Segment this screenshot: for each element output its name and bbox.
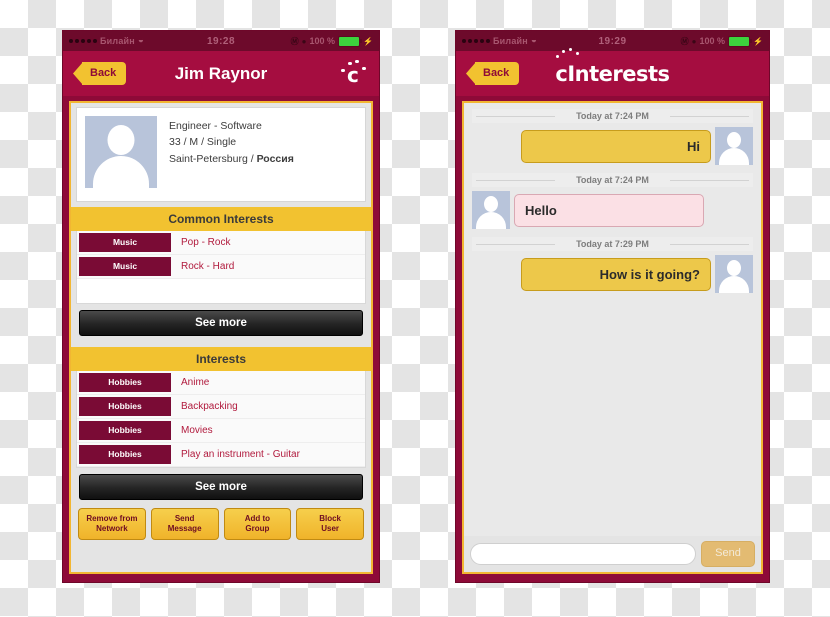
add-to-group-button[interactable]: Add to Group xyxy=(223,508,292,540)
interests-header: Interests xyxy=(71,347,371,371)
button-label-line2: Network xyxy=(96,524,128,533)
chat-message-list[interactable]: Today at 7:24 PM Hi Today at 7:24 PM Hel… xyxy=(464,103,761,536)
button-label-line1: Remove from xyxy=(86,514,138,523)
see-more-interests-button[interactable]: See more xyxy=(79,474,363,500)
charging-bolt-icon: ⚡ xyxy=(753,36,763,46)
profile-country: Россия xyxy=(256,152,294,165)
brand-wordmark-label: cInterests xyxy=(555,61,670,86)
interests-list: Hobbies Anime Hobbies Backpacking Hobbie… xyxy=(76,371,366,468)
send-message-button[interactable]: Send Message xyxy=(150,508,219,540)
profile-screen: Engineer - Software 33 / M / Single Sain… xyxy=(69,101,373,574)
avatar-placeholder-icon xyxy=(85,116,157,188)
interest-tag: Music xyxy=(79,233,171,252)
profile-demographics: 33 / M / Single xyxy=(169,136,237,149)
common-interests-list: Music Pop - Rock Music Rock - Hard xyxy=(76,231,366,304)
profile-details: Engineer - Software 33 / M / Single Sain… xyxy=(157,116,294,193)
phone-right-chat: Билайн ◒ 19:29 Ⓜ ● 100 % ⚡ Back cInteres… xyxy=(455,30,770,583)
interest-tag: Hobbies xyxy=(79,421,171,440)
button-label-line2: Group xyxy=(245,524,270,533)
list-item[interactable]: Music Rock - Hard xyxy=(77,255,365,279)
charging-bolt-icon: ⚡ xyxy=(363,36,373,46)
interest-tag: Music xyxy=(79,257,171,276)
interest-tag: Hobbies xyxy=(79,397,171,416)
rotation-lock-icon: Ⓜ xyxy=(680,36,689,46)
button-label-line2: Message xyxy=(167,524,202,533)
block-user-button[interactable]: Block User xyxy=(296,508,364,540)
status-bar-right-group: Ⓜ ● 100 % ⚡ xyxy=(680,35,763,47)
interest-value: Pop - Rock xyxy=(181,237,231,248)
list-item[interactable]: Hobbies Anime xyxy=(77,371,365,395)
chat-message-row: Hi xyxy=(464,127,761,169)
status-bar-right: Билайн ◒ 19:29 Ⓜ ● 100 % ⚡ xyxy=(456,31,769,51)
battery-percent-label: 100 % xyxy=(309,36,336,46)
profile-card: Engineer - Software 33 / M / Single Sain… xyxy=(76,107,366,202)
profile-occupation: Engineer - Software xyxy=(169,120,262,132)
interest-value: Anime xyxy=(181,377,210,388)
battery-icon xyxy=(338,35,363,47)
chat-bubble-incoming[interactable]: Hello xyxy=(514,193,704,227)
profile-location: Saint-Petersburg / Россия xyxy=(169,151,294,167)
navbar-left: Back Jim Raynor c xyxy=(63,51,379,96)
avatar-placeholder-icon xyxy=(715,255,753,293)
avatar-placeholder-icon xyxy=(472,191,510,229)
back-button[interactable]: Back xyxy=(475,62,520,85)
cinterests-c-logo-icon[interactable]: c xyxy=(339,59,369,89)
chat-timestamp-separator: Today at 7:29 PM xyxy=(472,237,753,251)
profile-action-bar: Remove from Network Send Message Add to … xyxy=(71,506,371,540)
profile-city: Saint-Petersburg / xyxy=(169,152,254,165)
list-item[interactable]: Hobbies Backpacking xyxy=(77,395,365,419)
common-interests-header: Common Interests xyxy=(71,207,371,231)
list-item[interactable]: Hobbies Play an instrument - Guitar xyxy=(77,443,365,467)
interest-tag: Hobbies xyxy=(79,373,171,392)
list-item[interactable]: Hobbies Movies xyxy=(77,419,365,443)
alarm-icon: ● xyxy=(691,36,697,46)
chat-timestamp-separator: Today at 7:24 PM xyxy=(472,109,753,123)
button-label-line1: Add to xyxy=(244,514,271,523)
alarm-icon: ● xyxy=(301,36,307,46)
interest-tag: Hobbies xyxy=(79,445,171,464)
chat-composer: Send xyxy=(464,536,761,572)
rotation-lock-icon: Ⓜ xyxy=(290,36,299,46)
chat-bubble-outgoing[interactable]: How is it going? xyxy=(521,257,711,291)
list-item[interactable]: Music Pop - Rock xyxy=(77,231,365,255)
interest-value: Play an instrument - Guitar xyxy=(181,449,300,460)
send-button[interactable]: Send xyxy=(701,541,755,567)
remove-from-network-button[interactable]: Remove from Network xyxy=(78,508,146,540)
see-more-common-button[interactable]: See more xyxy=(79,310,363,336)
button-label-line1: Send xyxy=(174,514,195,523)
battery-icon xyxy=(728,35,753,47)
phone-left-profile: Билайн ◒ 19:28 Ⓜ ● 100 % ⚡ Back Jim Rayn… xyxy=(62,30,380,583)
chat-timestamp-separator: Today at 7:24 PM xyxy=(472,173,753,187)
chat-message-row: Hello xyxy=(464,191,761,233)
avatar-placeholder-icon xyxy=(715,127,753,165)
navbar-right: Back cInterests xyxy=(456,47,769,96)
interest-value: Rock - Hard xyxy=(181,261,235,272)
chat-message-row: How is it going? xyxy=(464,255,761,297)
chat-bubble-outgoing[interactable]: Hi xyxy=(521,129,711,163)
interest-value: Backpacking xyxy=(181,401,238,412)
message-input[interactable] xyxy=(470,543,696,565)
button-label-line2: User xyxy=(321,524,340,533)
battery-percent-label: 100 % xyxy=(699,36,726,46)
chat-screen: Today at 7:24 PM Hi Today at 7:24 PM Hel… xyxy=(462,101,763,574)
interest-value: Movies xyxy=(181,425,213,436)
back-button[interactable]: Back xyxy=(82,62,127,85)
status-bar-right-group: Ⓜ ● 100 % ⚡ xyxy=(290,35,373,47)
button-label-line1: Block xyxy=(319,514,342,523)
status-bar-left: Билайн ◒ 19:28 Ⓜ ● 100 % ⚡ xyxy=(63,31,379,51)
